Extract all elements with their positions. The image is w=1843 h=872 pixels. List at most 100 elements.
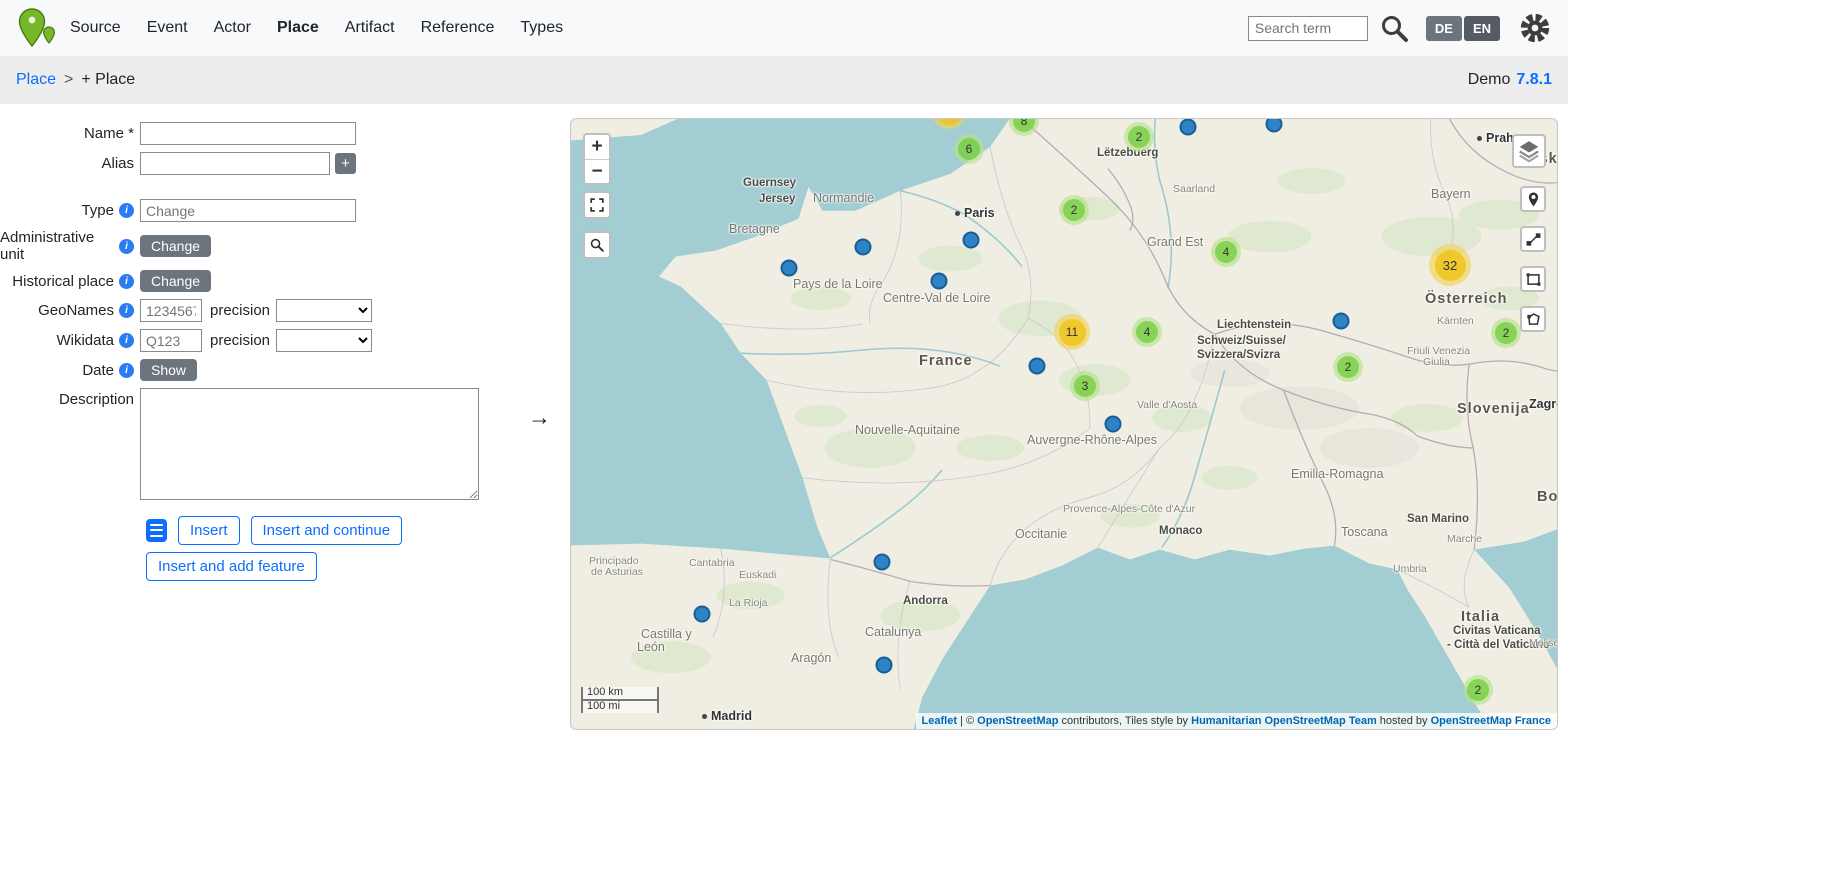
cluster-marker[interactable]: 2 bbox=[1059, 195, 1089, 225]
breadcrumb-place-link[interactable]: Place bbox=[16, 71, 56, 89]
add-alias-button[interactable]: + bbox=[335, 153, 356, 174]
fullscreen-control bbox=[583, 191, 611, 219]
admin-unit-info-icon[interactable]: i bbox=[119, 239, 134, 254]
main-nav: Source Event Actor Place Artifact Reference Ty… bbox=[70, 19, 563, 37]
admin-unit-label: Administrative unit bbox=[0, 229, 114, 263]
name-input[interactable] bbox=[140, 122, 356, 145]
draw-polyline-control[interactable] bbox=[1520, 226, 1546, 252]
lang-de-button[interactable]: DE bbox=[1426, 16, 1462, 41]
breadcrumb-separator: > bbox=[64, 71, 73, 89]
nav-item-actor[interactable]: Actor bbox=[214, 19, 251, 37]
gear-icon bbox=[1518, 11, 1552, 45]
description-textarea[interactable] bbox=[140, 388, 479, 500]
marker-pin-icon bbox=[1525, 191, 1542, 208]
cluster-marker[interactable]: 32 bbox=[1429, 244, 1471, 286]
type-input[interactable] bbox=[140, 199, 356, 222]
text-lines-icon[interactable] bbox=[146, 519, 167, 542]
cluster-marker[interactable]: 6 bbox=[954, 134, 984, 164]
date-info-icon[interactable]: i bbox=[119, 363, 134, 378]
app-logo-icon[interactable] bbox=[16, 7, 60, 49]
cluster-marker[interactable]: 2 bbox=[1491, 318, 1521, 348]
wikidata-input[interactable] bbox=[140, 329, 202, 352]
geonames-input[interactable] bbox=[140, 299, 202, 322]
historical-place-info-icon[interactable]: i bbox=[119, 274, 134, 289]
point-marker[interactable] bbox=[931, 273, 948, 290]
insert-and-continue-button[interactable]: Insert and continue bbox=[251, 516, 403, 545]
nav-item-types[interactable]: Types bbox=[520, 19, 563, 37]
date-label: Date bbox=[82, 362, 114, 379]
alias-input[interactable] bbox=[140, 152, 330, 175]
layers-control[interactable] bbox=[1512, 134, 1546, 168]
attribution-text: hosted by bbox=[1377, 715, 1431, 727]
attribution-text: contributors, Tiles style by bbox=[1058, 715, 1191, 727]
nav-item-place[interactable]: Place bbox=[277, 19, 319, 37]
lang-en-button[interactable]: EN bbox=[1464, 16, 1500, 41]
type-info-icon[interactable]: i bbox=[119, 203, 134, 218]
rectangle-icon bbox=[1525, 271, 1542, 288]
map-scale: 100 km 100 mi bbox=[581, 687, 659, 713]
zoom-control: + − bbox=[583, 133, 611, 185]
historical-place-change-button[interactable]: Change bbox=[140, 270, 211, 292]
wikidata-info-icon[interactable]: i bbox=[119, 333, 134, 348]
version-link[interactable]: 7.8.1 bbox=[1516, 71, 1552, 89]
add-marker-control[interactable] bbox=[1520, 186, 1546, 212]
map-search-icon[interactable] bbox=[585, 233, 609, 257]
attribution-link[interactable]: Humanitarian OpenStreetMap Team bbox=[1191, 715, 1377, 727]
search-input[interactable] bbox=[1248, 16, 1368, 41]
settings-button[interactable] bbox=[1518, 11, 1552, 45]
geonames-info-icon[interactable]: i bbox=[119, 303, 134, 318]
cluster-marker[interactable]: 11 bbox=[1054, 314, 1090, 350]
fullscreen-icon[interactable] bbox=[585, 193, 609, 217]
point-marker[interactable] bbox=[781, 260, 798, 277]
attribution-text: | © bbox=[957, 715, 977, 727]
wikidata-precision-label: precision bbox=[210, 332, 270, 349]
point-marker[interactable] bbox=[1105, 416, 1122, 433]
layers-icon bbox=[1517, 139, 1541, 163]
point-marker[interactable] bbox=[874, 554, 891, 571]
cluster-marker[interactable]: 4 bbox=[1211, 237, 1241, 267]
alias-label: Alias bbox=[101, 155, 134, 172]
point-marker[interactable] bbox=[694, 606, 711, 623]
point-marker[interactable] bbox=[876, 657, 893, 674]
nav-item-artifact[interactable]: Artifact bbox=[345, 19, 395, 37]
cluster-marker[interactable]: 2 bbox=[1463, 675, 1493, 705]
geonames-precision-select[interactable] bbox=[276, 299, 372, 322]
zoom-in-button[interactable]: + bbox=[585, 135, 609, 159]
admin-unit-change-button[interactable]: Change bbox=[140, 235, 211, 257]
nav-item-reference[interactable]: Reference bbox=[421, 19, 495, 37]
breadcrumb-current: + Place bbox=[81, 71, 135, 89]
type-label: Type bbox=[81, 202, 114, 219]
point-marker[interactable] bbox=[963, 232, 980, 249]
cluster-marker[interactable]: 3 bbox=[1070, 371, 1100, 401]
attribution-link[interactable]: Leaflet bbox=[922, 715, 957, 727]
nav-item-event[interactable]: Event bbox=[147, 19, 188, 37]
cluster-marker[interactable]: 2 bbox=[1333, 352, 1363, 382]
polygon-icon bbox=[1525, 311, 1542, 328]
date-show-button[interactable]: Show bbox=[140, 359, 197, 381]
cluster-marker[interactable]: 4 bbox=[1132, 317, 1162, 347]
nav-item-source[interactable]: Source bbox=[70, 19, 121, 37]
attribution-link[interactable]: OpenStreetMap bbox=[977, 715, 1058, 727]
insert-and-add-feature-button[interactable]: Insert and add feature bbox=[146, 552, 317, 581]
description-label: Description bbox=[59, 391, 134, 408]
search-button[interactable] bbox=[1378, 12, 1410, 44]
breadcrumb: Place > + Place Demo 7.8.1 bbox=[0, 56, 1568, 104]
point-marker[interactable] bbox=[1333, 313, 1350, 330]
expand-map-arrow[interactable]: → bbox=[528, 404, 551, 431]
demo-label: Demo bbox=[1468, 71, 1511, 89]
insert-button[interactable]: Insert bbox=[178, 516, 240, 545]
attribution-link[interactable]: OpenStreetMap France bbox=[1431, 715, 1551, 727]
point-marker[interactable] bbox=[1029, 358, 1046, 375]
wikidata-precision-select[interactable] bbox=[276, 329, 372, 352]
content-area: Name * Alias + Type i Administrative uni… bbox=[0, 104, 1568, 730]
search-icon bbox=[1379, 13, 1409, 43]
point-marker[interactable] bbox=[855, 239, 872, 256]
historical-place-label: Historical place bbox=[12, 273, 114, 290]
draw-polygon-control[interactable] bbox=[1520, 306, 1546, 332]
zoom-out-button[interactable]: − bbox=[585, 159, 609, 183]
leaflet-map[interactable]: GuernseyJerseyNormandieParisBretagnePays… bbox=[570, 118, 1558, 730]
point-marker[interactable] bbox=[1180, 119, 1197, 136]
name-label: Name * bbox=[84, 125, 134, 142]
draw-rectangle-control[interactable] bbox=[1520, 266, 1546, 292]
cluster-marker[interactable]: 2 bbox=[1124, 122, 1154, 152]
